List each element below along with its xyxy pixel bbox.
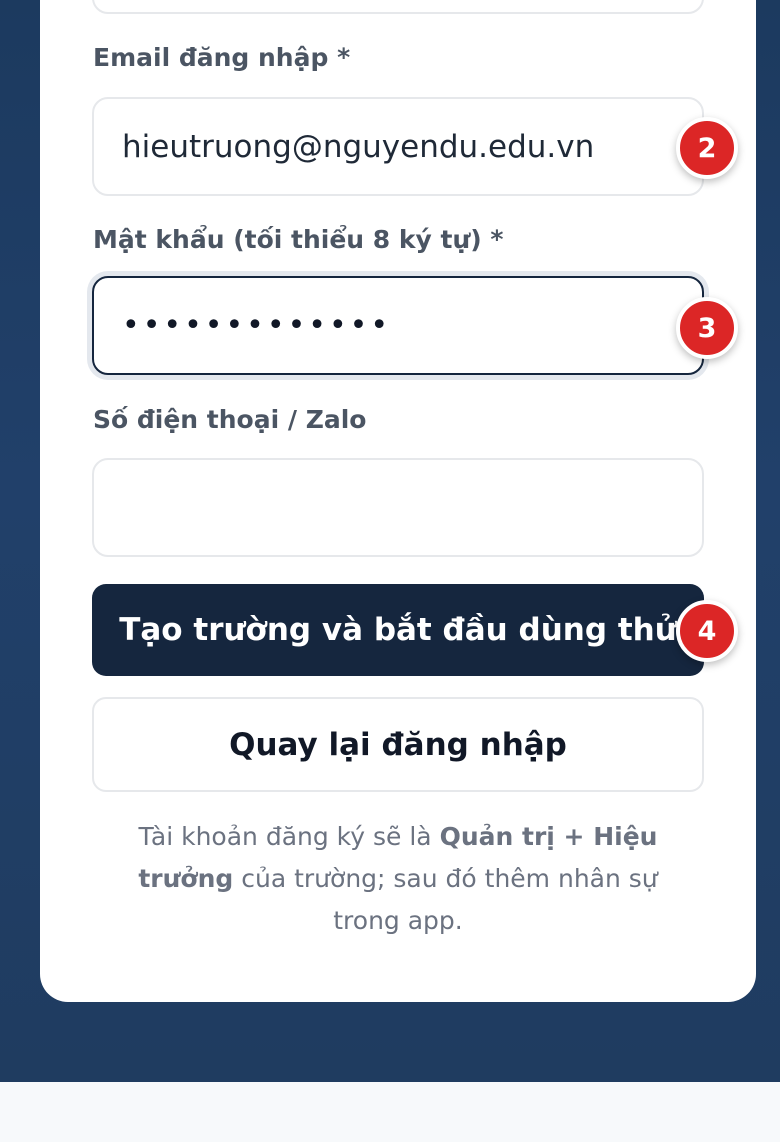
password-value: ••••••••••••• — [122, 308, 392, 343]
note-text-1: Tài khoản đăng ký sẽ là — [138, 822, 440, 851]
previous-input-field[interactable] — [92, 0, 704, 14]
account-note: Tài khoản đăng ký sẽ là Quản trị + Hiệu … — [118, 816, 678, 942]
phone-field[interactable] — [92, 458, 704, 557]
back-to-login-button[interactable]: Quay lại đăng nhập — [92, 697, 704, 792]
password-field[interactable]: ••••••••••••• — [92, 276, 704, 375]
password-label: Mật khẩu (tối thiểu 8 ký tự) * — [93, 225, 504, 254]
create-school-button[interactable]: Tạo trường và bắt đầu dùng thử — [92, 584, 704, 676]
note-text-2: của trường; sau đó thêm nhân sự trong ap… — [233, 864, 658, 935]
email-label: Email đăng nhập * — [93, 43, 351, 72]
step-badge-2: 2 — [676, 117, 738, 179]
step-badge-4: 4 — [676, 600, 738, 662]
step-badge-3: 3 — [676, 297, 738, 359]
phone-label: Số điện thoại / Zalo — [93, 405, 367, 434]
create-school-button-label: Tạo trường và bắt đầu dùng thử — [119, 612, 677, 648]
email-field[interactable]: hieutruong@nguyendu.edu.vn — [92, 97, 704, 196]
email-value: hieutruong@nguyendu.edu.vn — [122, 128, 595, 165]
back-to-login-label: Quay lại đăng nhập — [229, 726, 567, 763]
